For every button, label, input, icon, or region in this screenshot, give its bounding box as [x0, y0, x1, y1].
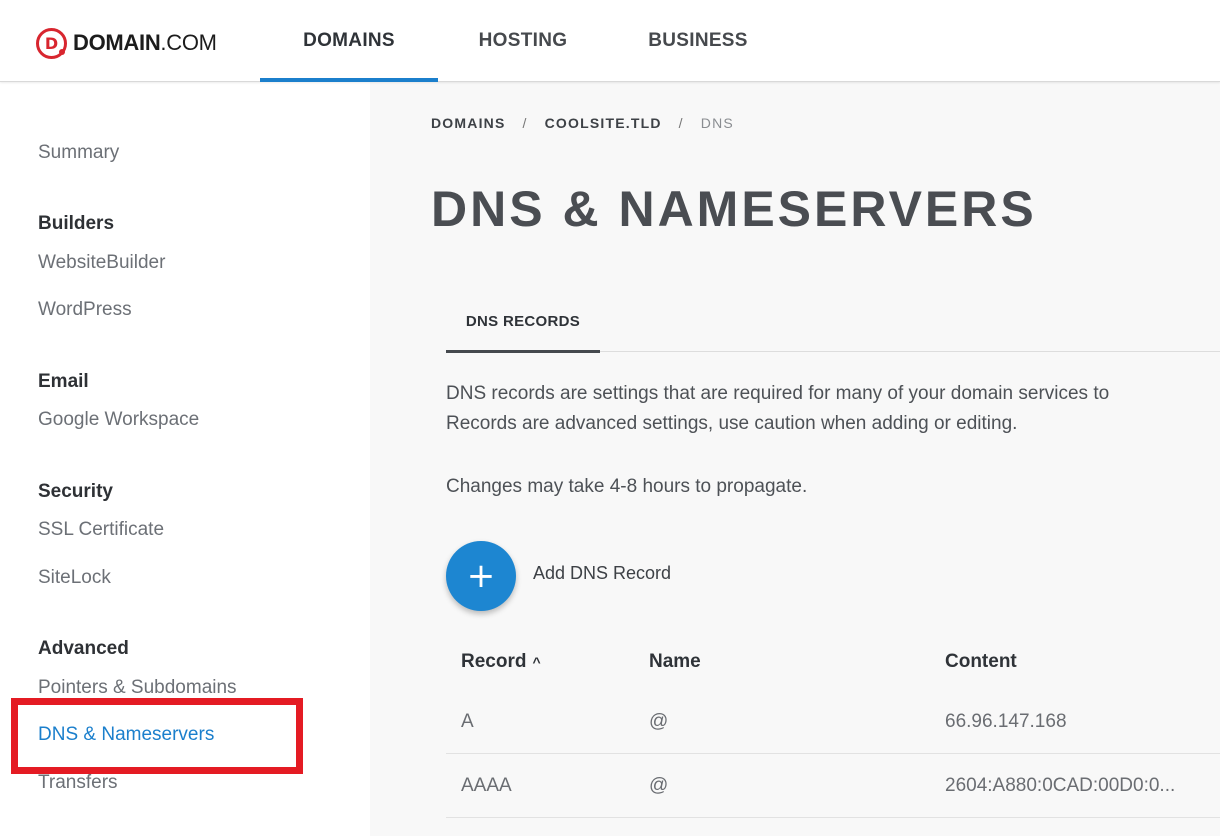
sidebar-heading-email: Email	[38, 371, 89, 392]
nav-business-label: BUSINESS	[648, 30, 748, 51]
table-row[interactable]: A @ 66.96.147.168	[446, 690, 1220, 754]
sidebar-heading-builders: Builders	[38, 213, 115, 234]
propagation-note: Changes may take 4-8 hours to propagate.	[446, 476, 808, 497]
add-dns-record-label[interactable]: Add DNS Record	[533, 563, 671, 584]
dns-description: DNS records are settings that are requir…	[446, 379, 1220, 439]
main-content: DOMAINS / COOLSITE.TLD / DNS DNS & NAMES…	[370, 82, 1220, 836]
sidebar: Summary Builders WebsiteBuilder WordPres…	[0, 82, 370, 836]
nav-hosting-label: HOSTING	[478, 30, 568, 51]
highlight-annotation-box	[11, 698, 303, 774]
plus-icon: +	[466, 556, 496, 596]
dns-description-line-1: DNS records are settings that are requir…	[446, 383, 1110, 404]
record-name: @	[649, 711, 669, 732]
record-content: 66.96.147.168	[945, 711, 1067, 732]
logo-text-suffix: .COM	[160, 30, 217, 55]
logo-mark-icon: D	[36, 27, 67, 59]
domain-com-logo[interactable]: D DOMAIN.COM	[36, 27, 217, 59]
page-title: DNS & NAMESERVERS	[431, 181, 1037, 237]
top-header: D DOMAIN.COM DOMAINS HOSTING BUSINESS	[0, 0, 1220, 82]
breadcrumb-coolsite[interactable]: COOLSITE.TLD	[545, 115, 662, 131]
record-name: @	[649, 775, 669, 796]
breadcrumb: DOMAINS / COOLSITE.TLD / DNS	[431, 115, 734, 131]
tab-dns-records[interactable]: DNS RECORDS	[446, 290, 600, 353]
sidebar-item-websitebuilder[interactable]: WebsiteBuilder	[38, 252, 165, 274]
dns-description-line-2: Records are advanced settings, use cauti…	[446, 413, 1018, 434]
column-header-content: Content	[945, 651, 1017, 672]
record-type: A	[461, 711, 474, 732]
sidebar-item-sitelock[interactable]: SiteLock	[38, 567, 111, 589]
nav-business[interactable]: BUSINESS	[628, 0, 768, 82]
logo-text: DOMAIN.COM	[73, 30, 217, 56]
sidebar-item-transfers[interactable]: Transfers	[38, 772, 118, 794]
sidebar-item-ssl-certificate[interactable]: SSL Certificate	[38, 519, 164, 541]
tab-bar: DNS RECORDS	[446, 290, 1220, 353]
column-header-name: Name	[649, 651, 701, 672]
breadcrumb-dns: DNS	[700, 115, 734, 131]
nav-domains[interactable]: DOMAINS	[260, 0, 438, 82]
tab-dns-records-label: DNS RECORDS	[465, 312, 581, 330]
sidebar-heading-advanced: Advanced	[38, 638, 129, 659]
sidebar-item-summary[interactable]: Summary	[38, 142, 119, 164]
breadcrumb-separator: /	[678, 115, 684, 131]
breadcrumb-domains[interactable]: DOMAINS	[431, 115, 506, 131]
breadcrumb-separator: /	[522, 115, 528, 131]
table-row[interactable]: AAAA @ 2604:A880:0CAD:00D0:0...	[446, 754, 1220, 818]
sort-ascending-icon: ^	[532, 654, 541, 670]
add-dns-record-button[interactable]: +	[446, 541, 516, 611]
sidebar-item-wordpress[interactable]: WordPress	[38, 299, 132, 321]
nav-hosting[interactable]: HOSTING	[458, 0, 588, 82]
column-header-record-label: Record	[461, 651, 527, 672]
sidebar-item-google-workspace[interactable]: Google Workspace	[38, 409, 199, 431]
sidebar-heading-security: Security	[38, 481, 113, 502]
nav-domains-label: DOMAINS	[303, 30, 395, 51]
record-content: 2604:A880:0CAD:00D0:0...	[945, 775, 1176, 796]
column-header-record[interactable]: Record ^	[461, 651, 541, 673]
logo-dot-icon	[59, 48, 65, 55]
sidebar-item-pointers-subdomains[interactable]: Pointers & Subdomains	[38, 677, 237, 699]
logo-text-bold: DOMAIN	[73, 30, 161, 55]
record-type: AAAA	[461, 775, 512, 796]
